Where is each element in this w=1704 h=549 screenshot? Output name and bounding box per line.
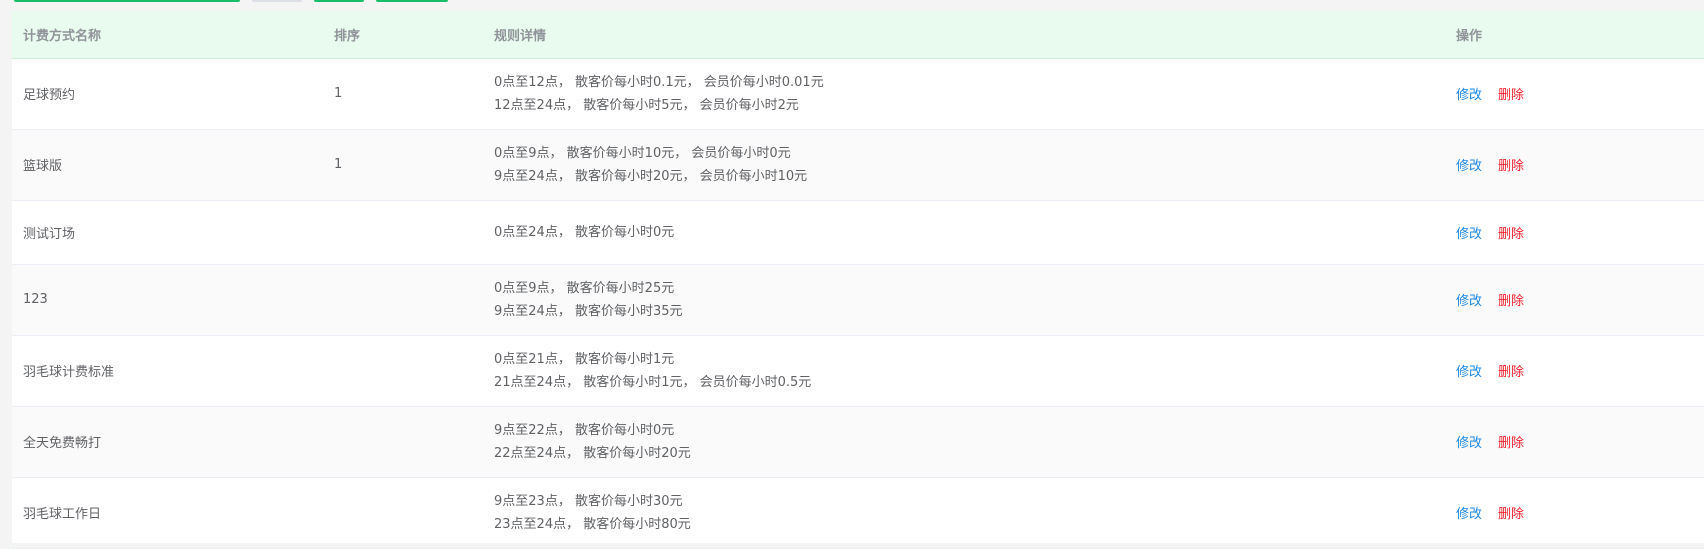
delete-link[interactable]: 删除 bbox=[1498, 436, 1524, 451]
cell-actions: 修改 删除 bbox=[1456, 477, 1704, 548]
cell-order bbox=[334, 335, 494, 406]
edit-link[interactable]: 修改 bbox=[1456, 294, 1482, 309]
rule-line: 12点至24点， 散客价每小时5元， 会员价每小时2元 bbox=[494, 97, 799, 113]
delete-link[interactable]: 删除 bbox=[1498, 365, 1524, 380]
cell-name: 123 bbox=[23, 292, 48, 307]
table-row: 篮球版 1 0点至9点， 散客价每小时10元， 会员价每小时0元 9点至24点，… bbox=[12, 129, 1704, 200]
cell-order bbox=[334, 264, 494, 335]
rule-line: 0点至21点， 散客价每小时1元 bbox=[494, 351, 675, 367]
secondary-button-edge[interactable] bbox=[252, 0, 302, 2]
cell-order bbox=[334, 200, 494, 264]
column-header-rules: 规则详情 bbox=[494, 11, 1456, 59]
cell-actions: 修改 删除 bbox=[1456, 58, 1704, 129]
cell-order: 1 bbox=[334, 86, 343, 101]
rule-line: 21点至24点， 散客价每小时1元， 会员价每小时0.5元 bbox=[494, 374, 812, 390]
cell-order bbox=[334, 477, 494, 548]
cell-actions: 修改 删除 bbox=[1456, 129, 1704, 200]
edit-link[interactable]: 修改 bbox=[1456, 227, 1482, 242]
cell-actions: 修改 删除 bbox=[1456, 406, 1704, 477]
cell-rules: 9点至22点， 散客价每小时0元 22点至24点， 散客价每小时20元 bbox=[494, 406, 1456, 477]
add-button-edge[interactable] bbox=[14, 0, 240, 2]
cell-rules: 0点至21点， 散客价每小时1元 21点至24点， 散客价每小时1元， 会员价每… bbox=[494, 335, 1456, 406]
rule-line: 0点至24点， 散客价每小时0元 bbox=[494, 224, 675, 240]
edit-link[interactable]: 修改 bbox=[1456, 507, 1482, 522]
rule-line: 9点至24点， 散客价每小时35元 bbox=[494, 303, 683, 319]
cell-name: 篮球版 bbox=[23, 159, 63, 174]
table-row: 测试订场 0点至24点， 散客价每小时0元 修改 删除 bbox=[12, 200, 1704, 264]
toolbar-buttons-edge bbox=[14, 0, 484, 2]
rule-line: 9点至24点， 散客价每小时20元， 会员价每小时10元 bbox=[494, 168, 808, 184]
rule-line: 0点至9点， 散客价每小时25元 bbox=[494, 280, 675, 296]
table-header-row: 计费方式名称 排序 规则详情 操作 bbox=[12, 11, 1704, 59]
column-header-name: 计费方式名称 bbox=[12, 11, 334, 59]
delete-link[interactable]: 删除 bbox=[1498, 88, 1524, 103]
rule-line: 0点至12点， 散客价每小时0.1元， 会员价每小时0.01元 bbox=[494, 74, 824, 90]
rule-line: 22点至24点， 散客价每小时20元 bbox=[494, 445, 691, 461]
edit-link[interactable]: 修改 bbox=[1456, 88, 1482, 103]
column-header-order: 排序 bbox=[334, 11, 494, 59]
column-header-actions: 操作 bbox=[1456, 11, 1704, 59]
edit-link[interactable]: 修改 bbox=[1456, 159, 1482, 174]
cell-name: 足球预约 bbox=[23, 88, 76, 103]
cell-rules: 0点至9点， 散客价每小时10元， 会员价每小时0元 9点至24点， 散客价每小… bbox=[494, 129, 1456, 200]
cell-name: 羽毛球计费标准 bbox=[23, 365, 115, 380]
cell-rules: 0点至9点， 散客价每小时25元 9点至24点， 散客价每小时35元 bbox=[494, 264, 1456, 335]
delete-link[interactable]: 删除 bbox=[1498, 159, 1524, 174]
cell-name: 全天免费畅打 bbox=[23, 436, 102, 451]
green-button-edge-2[interactable] bbox=[314, 0, 364, 2]
billing-table: 计费方式名称 排序 规则详情 操作 足球预约 1 0点至12点， 散客价每小时0… bbox=[12, 11, 1704, 549]
cell-actions: 修改 删除 bbox=[1456, 264, 1704, 335]
table-row: 羽毛球工作日 9点至23点， 散客价每小时30元 23点至24点， 散客价每小时… bbox=[12, 477, 1704, 548]
table-row: 全天免费畅打 9点至22点， 散客价每小时0元 22点至24点， 散客价每小时2… bbox=[12, 406, 1704, 477]
delete-link[interactable]: 删除 bbox=[1498, 294, 1524, 309]
green-button-edge-3[interactable] bbox=[376, 0, 448, 2]
billing-table-panel: 计费方式名称 排序 规则详情 操作 足球预约 1 0点至12点， 散客价每小时0… bbox=[12, 11, 1704, 548]
cell-rules: 9点至23点， 散客价每小时30元 23点至24点， 散客价每小时80元 bbox=[494, 477, 1456, 548]
table-row: 123 0点至9点， 散客价每小时25元 9点至24点， 散客价每小时35元 修… bbox=[12, 264, 1704, 335]
rule-line: 0点至9点， 散客价每小时10元， 会员价每小时0元 bbox=[494, 145, 791, 161]
table-row: 羽毛球计费标准 0点至21点， 散客价每小时1元 21点至24点， 散客价每小时… bbox=[12, 335, 1704, 406]
cell-rules: 0点至12点， 散客价每小时0.1元， 会员价每小时0.01元 12点至24点，… bbox=[494, 58, 1456, 129]
cell-actions: 修改 删除 bbox=[1456, 200, 1704, 264]
cell-name: 羽毛球工作日 bbox=[23, 507, 102, 522]
rule-line: 9点至22点， 散客价每小时0元 bbox=[494, 422, 675, 438]
edit-link[interactable]: 修改 bbox=[1456, 436, 1482, 451]
rule-line: 23点至24点， 散客价每小时80元 bbox=[494, 516, 691, 532]
table-row: 足球预约 1 0点至12点， 散客价每小时0.1元， 会员价每小时0.01元 1… bbox=[12, 58, 1704, 129]
cell-order bbox=[334, 406, 494, 477]
cell-actions: 修改 删除 bbox=[1456, 335, 1704, 406]
rule-line: 9点至23点， 散客价每小时30元 bbox=[494, 493, 683, 509]
edit-link[interactable]: 修改 bbox=[1456, 365, 1482, 380]
delete-link[interactable]: 删除 bbox=[1498, 507, 1524, 522]
cell-order: 1 bbox=[334, 157, 343, 172]
cell-rules: 0点至24点， 散客价每小时0元 bbox=[494, 200, 1456, 264]
cell-name: 测试订场 bbox=[23, 226, 76, 242]
delete-link[interactable]: 删除 bbox=[1498, 227, 1524, 242]
